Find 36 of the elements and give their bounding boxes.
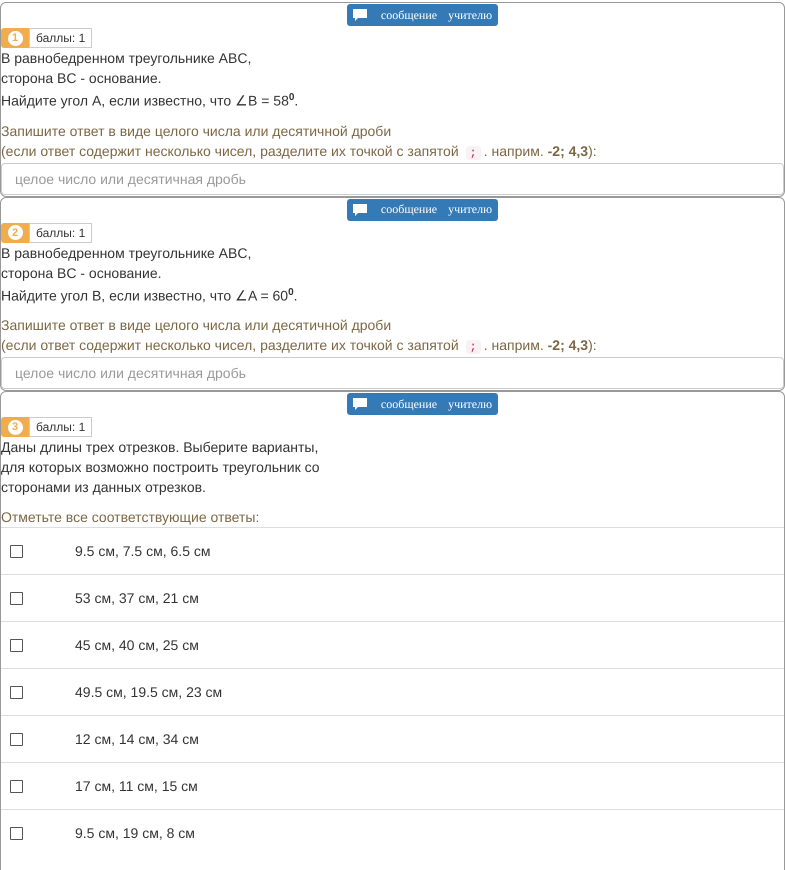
- instruction-text: Запишите ответ в виде целого числа или десятичной дроби: [1, 122, 392, 141]
- option-label[interactable]: 12 см, 14 см, 34 см: [75, 731, 199, 748]
- question-text: В равнобедренном треугольнике ABC, сторона BC - основание. Найдите угол A, если известно, что ∠B = 58$^{0}$.: [1, 49, 300, 111]
- checkbox[interactable]: [10, 592, 23, 605]
- checkbox[interactable]: [10, 544, 23, 558]
- question-number-badge: 3: [1, 417, 29, 438]
- question-number-badge: 1: [1, 28, 29, 48]
- points-label: баллы: 1: [29, 417, 92, 438]
- question-number-badge: 2: [1, 222, 29, 243]
- question-text: В равнобедренном треугольнике ABC, сторона BC - основание. Найдите угол B, если известно, что ∠A = 60$^{0}$.: [1, 244, 299, 306]
- message-teacher-button[interactable]: сообщение учителю: [346, 393, 498, 416]
- answer-field[interactable]: целое число или десятичная дробь: [1, 162, 784, 195]
- answer-field[interactable]: целое число или десятичная дробь: [1, 357, 784, 390]
- option-label[interactable]: 9.5 см, 7.5 см, 6.5 см: [75, 543, 210, 560]
- instruction-text: Отметьте все соответствующие ответы:: [1, 508, 260, 528]
- checkbox[interactable]: [10, 826, 23, 840]
- option-label[interactable]: 9.5 см, 19 см, 8 см: [75, 825, 195, 842]
- instruction-text: (если ответ содержит несколько чисел, разделите их точкой с запятой ; . наприм. -2; 4,3):: [1, 336, 598, 356]
- message-teacher-button[interactable]: сообщение учителю: [346, 198, 498, 221]
- speech-bubble-icon: [352, 204, 367, 216]
- points-label: баллы: 1: [29, 28, 92, 48]
- option-label[interactable]: 45 см, 40 см, 25 см: [75, 637, 199, 654]
- speech-bubble-icon: [352, 9, 367, 21]
- option-label[interactable]: 17 см, 11 см, 15 см: [75, 778, 198, 794]
- option-label[interactable]: 49.5 см, 19.5 см, 23 см: [75, 684, 222, 700]
- checkbox[interactable]: [10, 638, 23, 652]
- checkbox[interactable]: [10, 780, 23, 793]
- checkbox[interactable]: [10, 732, 23, 746]
- question-text: Даны длины трех отрезков. Выберите варианты, для которых возможно построить треугольник со сторонами из данных отрезков.: [1, 438, 321, 498]
- speech-bubble-icon: [352, 398, 367, 410]
- instruction-text: (если ответ содержит несколько чисел, разделите их точкой с запятой ; . наприм. -2; 4,3):: [1, 142, 598, 162]
- instruction-text: Запишите ответ в виде целого числа или десятичной дроби: [1, 316, 392, 336]
- message-teacher-button[interactable]: сообщение учителю: [346, 4, 498, 26]
- option-label[interactable]: 53 см, 37 см, 21 см: [75, 590, 199, 606]
- points-label: баллы: 1: [29, 222, 92, 243]
- checkbox[interactable]: [10, 686, 23, 699]
